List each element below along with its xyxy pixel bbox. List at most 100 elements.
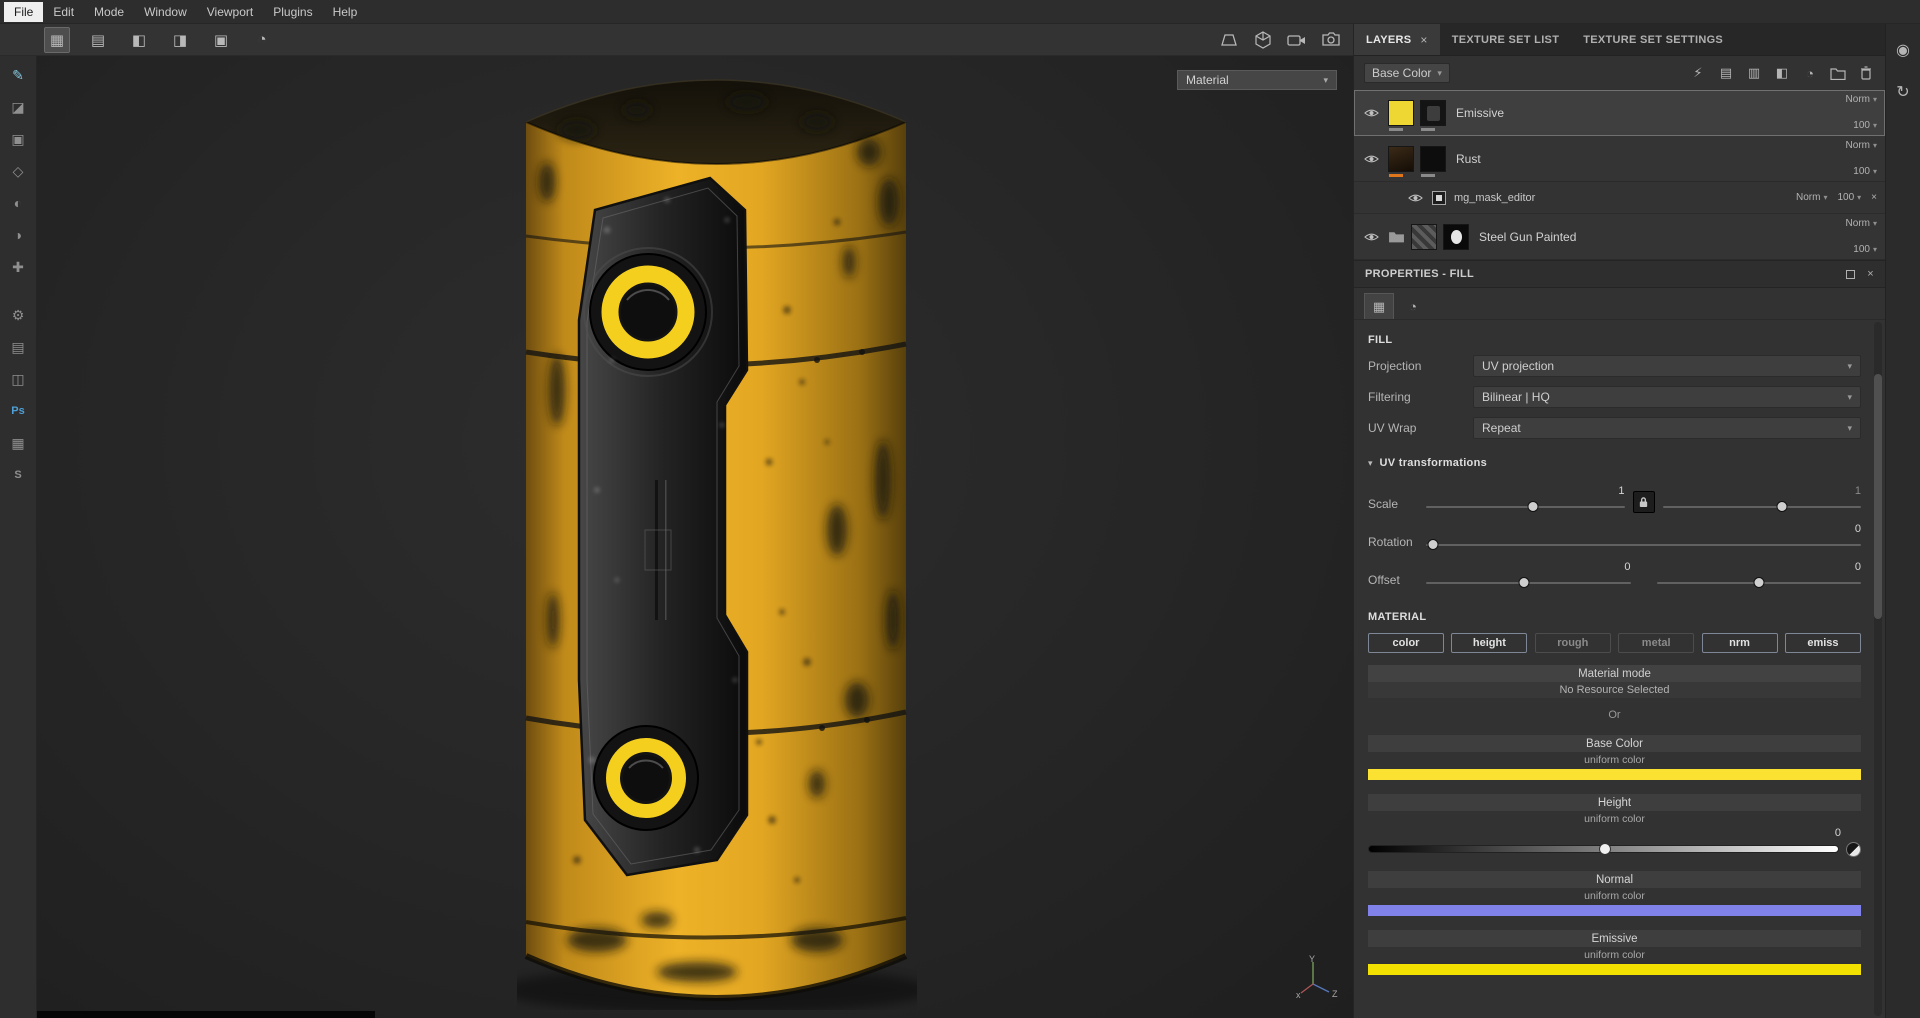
add-folder-icon[interactable] — [1829, 64, 1847, 82]
add-fill-layer-icon[interactable]: ▤ — [1717, 64, 1735, 82]
grid-layout-icon[interactable]: ▤ — [85, 27, 111, 53]
add-view-icon[interactable]: ▣ — [208, 27, 234, 53]
layer-mask-thumbnail[interactable] — [1443, 223, 1469, 250]
layer-row-mask-editor[interactable]: mg_mask_editor Norm ▾ 100 ▾ × — [1354, 182, 1885, 214]
channel-height-button[interactable]: height — [1451, 633, 1528, 653]
navigation-gizmo[interactable]: Y x Z — [1295, 954, 1341, 1000]
channel-emiss-button[interactable]: emiss — [1784, 633, 1861, 653]
menu-mode[interactable]: Mode — [84, 2, 134, 22]
substance-share-icon[interactable]: S — [5, 462, 31, 488]
tab-texture-set-list[interactable]: TEXTURE SET LIST — [1440, 24, 1571, 55]
channel-rough-button[interactable]: rough — [1534, 633, 1611, 653]
menu-edit[interactable]: Edit — [43, 2, 84, 22]
history-icon[interactable]: ↻ — [1891, 80, 1915, 104]
close-icon[interactable]: × — [1867, 268, 1874, 280]
channel-color-button[interactable]: color — [1368, 633, 1444, 653]
shading-mode-dropdown[interactable]: Material ▾ — [1177, 70, 1337, 90]
delete-layer-icon[interactable] — [1857, 64, 1875, 82]
layer-mask-thumbnail[interactable] — [1420, 145, 1446, 177]
height-slider-handle[interactable] — [1598, 843, 1611, 855]
layer-mask-thumbnail[interactable] — [1420, 99, 1446, 131]
straighten-tool-icon[interactable]: ▤ — [5, 334, 31, 360]
settings-gear-icon[interactable]: ⚙ — [5, 302, 31, 328]
blend-mode-dropdown[interactable]: Norm ▾ — [1846, 218, 1877, 229]
menu-window[interactable]: Window — [134, 2, 197, 22]
layer-name[interactable]: Steel Gun Painted — [1479, 230, 1576, 244]
emissive-mode[interactable]: uniform color — [1368, 947, 1861, 963]
smudge-tool-icon[interactable]: ◐ — [5, 190, 31, 216]
emissive-swatch[interactable] — [1368, 964, 1861, 975]
layer-row-steel-gun-painted[interactable]: Steel Gun Painted Norm ▾ 100 ▾ — [1354, 214, 1885, 260]
opacity-dropdown[interactable]: 100 ▾ — [1853, 244, 1877, 255]
remove-effect-icon[interactable]: × — [1871, 192, 1877, 203]
layer-thumbnail[interactable] — [1411, 223, 1437, 250]
uv-transformations-header[interactable]: ▾ UV transformations — [1368, 457, 1861, 469]
offset-y-slider[interactable]: 0 — [1656, 561, 1861, 589]
paint-brush-tool-icon[interactable]: ✎ — [5, 62, 31, 88]
height-slider[interactable] — [1368, 841, 1861, 857]
visibility-eye-icon[interactable] — [1360, 232, 1382, 242]
symmetry-x-icon[interactable]: ◧ — [126, 27, 152, 53]
clone-tool-icon[interactable]: ◑ — [5, 222, 31, 248]
add-generator-icon[interactable]: ◔ — [1801, 64, 1819, 82]
tab-material-properties[interactable]: ▦ — [1364, 293, 1394, 319]
viewport-3d[interactable]: Material ▾ Y x Z — [37, 56, 1353, 1018]
normal-mode[interactable]: uniform color — [1368, 888, 1861, 904]
rotation-slider[interactable]: 0 — [1426, 523, 1861, 551]
model-3d-cylinder[interactable] — [517, 60, 917, 1010]
visibility-eye-icon[interactable] — [1360, 108, 1382, 118]
add-paint-layer-icon[interactable]: ▥ — [1745, 64, 1763, 82]
menu-file[interactable]: File — [4, 1, 44, 22]
projection-dropdown[interactable]: UV projection ▾ — [1473, 355, 1861, 377]
detach-panel-icon[interactable] — [1846, 269, 1856, 279]
blend-mode-dropdown[interactable]: Norm ▾ — [1846, 140, 1877, 151]
layer-row-rust[interactable]: Rust Norm ▾ 100 ▾ — [1354, 136, 1885, 182]
video-camera-icon[interactable] — [1285, 28, 1309, 52]
tab-texture-set-settings[interactable]: TEXTURE SET SETTINGS — [1571, 24, 1735, 55]
layer-row-emissive[interactable]: Emissive Norm ▾ 100 ▾ — [1354, 90, 1885, 136]
base-color-swatch[interactable] — [1368, 769, 1861, 780]
menu-help[interactable]: Help — [323, 2, 368, 22]
offset-x-slider[interactable]: 0 — [1426, 561, 1631, 589]
filtering-dropdown[interactable]: Bilinear | HQ ▾ — [1473, 386, 1861, 408]
channel-filter-dropdown[interactable]: Base Color ▾ — [1364, 63, 1450, 83]
scale-y-slider[interactable]: 1 — [1662, 485, 1861, 513]
tab-display-properties[interactable]: ◔ — [1398, 293, 1428, 319]
layer-thumbnail[interactable] — [1388, 99, 1414, 131]
close-icon[interactable]: × — [1420, 33, 1427, 47]
polygon-fill-tool-icon[interactable]: ◇ — [5, 158, 31, 184]
tab-layers[interactable]: LAYERS × — [1354, 24, 1440, 55]
photo-camera-icon[interactable] — [1319, 28, 1343, 52]
layer-name[interactable]: Rust — [1456, 152, 1481, 166]
layer-name[interactable]: mg_mask_editor — [1454, 192, 1535, 204]
properties-scrollbar[interactable] — [1874, 322, 1882, 1016]
symmetry-y-icon[interactable]: ◨ — [167, 27, 193, 53]
cube-view-icon[interactable] — [1251, 28, 1275, 52]
height-mode[interactable]: uniform color — [1368, 811, 1861, 827]
channel-metal-button[interactable]: metal — [1618, 633, 1695, 653]
visibility-eye-icon[interactable] — [1404, 193, 1426, 203]
scale-x-slider[interactable]: 1 — [1426, 485, 1625, 513]
lock-ratio-button[interactable] — [1632, 491, 1655, 513]
menu-plugins[interactable]: Plugins — [263, 2, 322, 22]
material-picker-tool-icon[interactable]: ✚ — [5, 254, 31, 280]
add-smart-material-icon[interactable]: ◧ — [1773, 64, 1791, 82]
layer-name[interactable]: Emissive — [1456, 106, 1504, 120]
channel-nrm-button[interactable]: nrm — [1701, 633, 1778, 653]
perspective-view-icon[interactable] — [1217, 28, 1241, 52]
normal-swatch[interactable] — [1368, 905, 1861, 916]
grid-snap-icon[interactable]: ▦ — [44, 26, 70, 53]
menu-viewport[interactable]: Viewport — [197, 2, 263, 22]
blend-mode-dropdown[interactable]: Norm ▾ — [1796, 192, 1827, 203]
blend-mode-dropdown[interactable]: Norm ▾ — [1846, 94, 1877, 105]
opacity-dropdown[interactable]: 100 ▾ — [1853, 166, 1877, 177]
material-mode-box[interactable]: Material mode No Resource Selected — [1368, 665, 1861, 698]
layer-thumbnail[interactable] — [1388, 145, 1414, 177]
opacity-dropdown[interactable]: 100 ▾ — [1853, 120, 1877, 131]
photoshop-plugin-icon[interactable]: Ps — [5, 398, 31, 424]
timer-icon[interactable]: ◔ — [249, 27, 275, 53]
eraser-tool-icon[interactable]: ◪ — [5, 94, 31, 120]
uv-wrap-dropdown[interactable]: Repeat ▾ — [1473, 417, 1861, 439]
add-effect-icon[interactable]: ⚡ — [1689, 64, 1707, 82]
scrollbar-thumb[interactable] — [1874, 374, 1882, 619]
